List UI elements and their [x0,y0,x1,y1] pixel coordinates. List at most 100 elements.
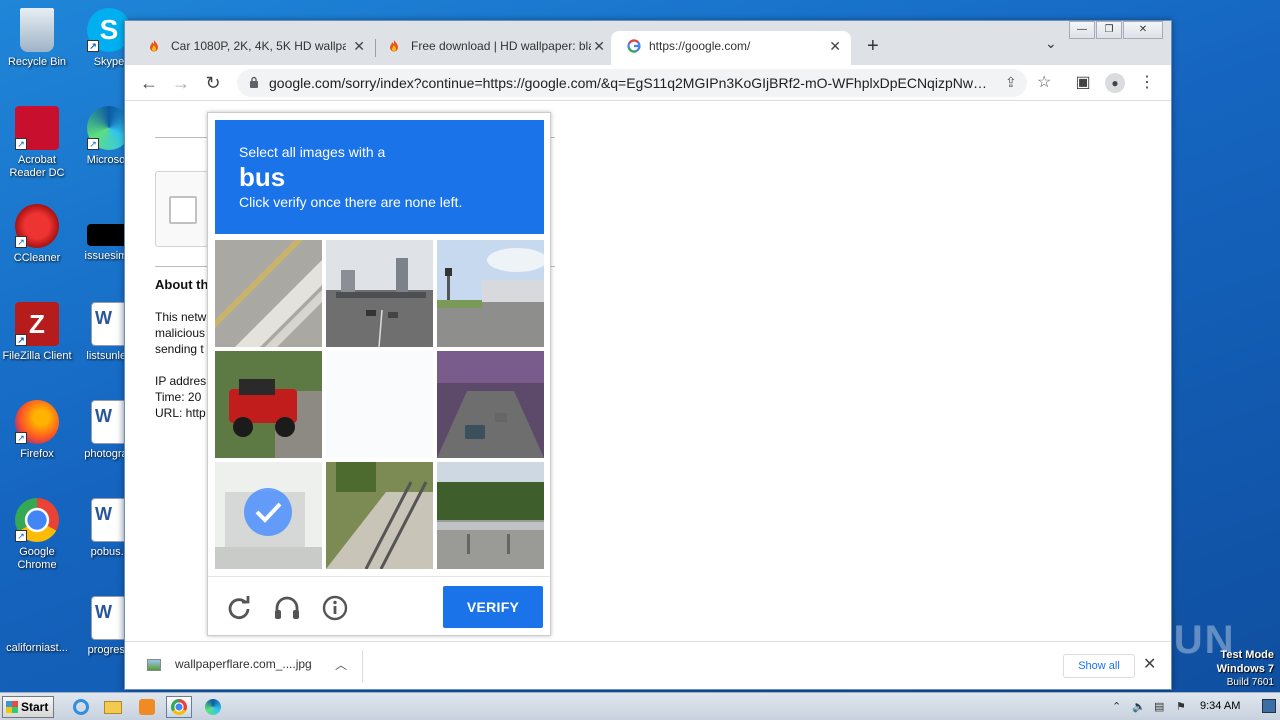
url-text[interactable]: google.com/sorry/index?continue=https://… [269,69,989,97]
headphones-audio-icon[interactable] [272,593,302,623]
tab-title: Free download | HD wallpaper: black [411,39,591,53]
start-label: Start [21,700,49,714]
forward-icon[interactable]: → [169,71,193,95]
taskbar: Start ⌃ 🔈 ▤ ⚑ 9:34 AM [0,692,1280,720]
info-line: IP addres [155,374,207,388]
captcha-tile-3[interactable] [437,240,544,347]
word-document-icon: W [91,596,127,640]
maximize-icon[interactable]: ❐ [1096,21,1122,39]
chevron-down-icon[interactable]: ⌄ [1045,35,1057,52]
desktop-icon-label: FileZilla Client [2,350,72,362]
taskbar-chrome-icon[interactable] [166,696,192,718]
chrome-icon: ↗ [15,498,59,542]
file-icon [15,600,59,638]
minimize-icon[interactable]: — [1069,21,1095,39]
ccleaner-icon: ↗ [15,204,59,248]
windows-version-line: Windows 7 [1216,663,1274,675]
challenge-footer: VERIFY [208,576,550,636]
browser-toolbar: ← → ↻ google.com/sorry/index?continue=ht… [125,65,1171,101]
desktop-icon-filezilla[interactable]: Z ↗ FileZilla Client [0,302,74,363]
tray-expand-icon[interactable]: ⌃ [1112,700,1121,713]
captcha-tile-2[interactable] [326,240,433,347]
desktop-icon-label: pobus.r [90,546,128,558]
image-file-icon [147,659,161,671]
download-filename: wallpaperflare.com_....jpg [175,657,312,671]
bookmark-star-icon[interactable]: ☆ [1037,72,1051,92]
desktop-icon-label: Skype [93,56,125,68]
taskbar-explorer-icon[interactable] [100,696,126,718]
reload-icon[interactable]: ↻ [201,71,225,95]
word-document-icon: W [91,498,127,542]
captcha-tile-7-selected[interactable] [215,462,322,569]
profile-avatar-icon[interactable]: ● [1103,71,1127,95]
build-line: Build 7601 [1226,677,1274,688]
desktop-icon-chrome[interactable]: ↗ Google Chrome [0,498,74,572]
tab-google[interactable]: https://google.com/ ✕ [611,31,851,65]
challenge-header: Select all images with a bus Click verif… [215,120,544,234]
acrobat-icon: ↗ [15,106,59,150]
reload-challenge-icon[interactable] [224,593,254,623]
captcha-tile-9[interactable] [437,462,544,569]
captcha-tile-4[interactable] [215,351,322,458]
body-line: sending t [155,342,204,356]
desktop-icon-firefox[interactable]: ↗ Firefox [0,400,74,461]
show-all-button[interactable]: Show all [1063,654,1135,678]
close-icon[interactable]: ✕ [353,31,365,61]
show-desktop-icon[interactable] [1262,699,1276,713]
clock[interactable]: 9:34 AM [1200,700,1240,712]
desktop-icon-label: californiast... [6,642,68,654]
tab-car-wallpapers[interactable]: Car 1080P, 2K, 4K, 5K HD wallpapers ✕ [125,31,375,65]
captcha-tile-1[interactable] [215,240,322,347]
tab-title: https://google.com/ [649,39,751,53]
info-line: Time: 20 [155,390,202,404]
challenge-subtext: Click verify once there are none left. [239,194,463,210]
address-bar[interactable]: google.com/sorry/index?continue=https://… [237,69,1051,97]
info-line: URL: http [155,406,206,420]
challenge-keyword: bus [239,162,286,192]
desktop-icon-ccleaner[interactable]: ↗ CCleaner [0,204,74,265]
test-mode-text: Test Mode Windows 7 Build 7601 [1217,648,1274,690]
start-button[interactable]: Start [2,696,54,718]
desktop-icon-label: CCleaner [13,252,61,264]
captcha-tile-5[interactable] [326,351,433,458]
kebab-menu-icon[interactable]: ⋮ [1135,71,1159,95]
action-center-flag-icon[interactable]: ⚑ [1176,700,1186,713]
captcha-tile-8[interactable] [326,462,433,569]
firefox-icon: ↗ [15,400,59,444]
google-favicon-icon [627,39,641,53]
about-heading: About th [155,277,209,292]
fire-favicon-icon [150,40,158,52]
desktop-icon-californiast[interactable]: californiast... [0,600,74,655]
recaptcha-checkbox[interactable] [169,196,197,224]
new-tab-icon[interactable]: + [867,35,879,58]
back-icon[interactable]: ← [137,71,161,95]
download-item[interactable]: wallpaperflare.com_....jpg ︿ [145,650,363,682]
chevron-up-icon[interactable]: ︿ [335,656,347,673]
volume-icon[interactable]: 🔈 [1132,700,1146,713]
fire-favicon-icon [390,40,398,52]
recaptcha-challenge: Select all images with a bus Click verif… [207,112,551,636]
desktop-icon-recycle-bin[interactable]: Recycle Bin [0,8,74,69]
tab-strip: Car 1080P, 2K, 4K, 5K HD wallpapers ✕ Fr… [125,21,1171,65]
tab-hd-wallpaper[interactable]: Free download | HD wallpaper: black ✕ [365,31,615,65]
system-tray: ⌃ 🔈 ▤ ⚑ 9:34 AM [1104,693,1280,720]
close-icon[interactable]: ✕ [1143,654,1156,674]
lock-icon [250,76,258,88]
filezilla-icon: Z ↗ [15,302,59,346]
info-icon[interactable] [320,593,350,623]
close-icon[interactable]: ✕ [829,31,841,61]
network-icon[interactable]: ▤ [1154,700,1164,713]
side-panel-icon[interactable]: ▣ [1071,71,1095,95]
desktop-icon-acrobat[interactable]: ↗ Acrobat Reader DC [0,106,74,180]
close-window-icon[interactable]: ✕ [1123,21,1163,39]
taskbar-ie-icon[interactable] [68,696,94,718]
close-icon[interactable]: ✕ [593,31,605,61]
verify-button[interactable]: VERIFY [443,586,543,628]
captcha-tile-6[interactable] [437,351,544,458]
taskbar-edge-icon[interactable] [200,696,226,718]
desktop-icon-label: Acrobat Reader DC [9,154,65,179]
body-line: This netw [155,310,207,324]
share-icon[interactable]: ⇪ [1005,74,1017,91]
taskbar-media-player-icon[interactable] [134,696,160,718]
downloads-bar: wallpaperflare.com_....jpg ︿ Show all ✕ [125,641,1171,689]
